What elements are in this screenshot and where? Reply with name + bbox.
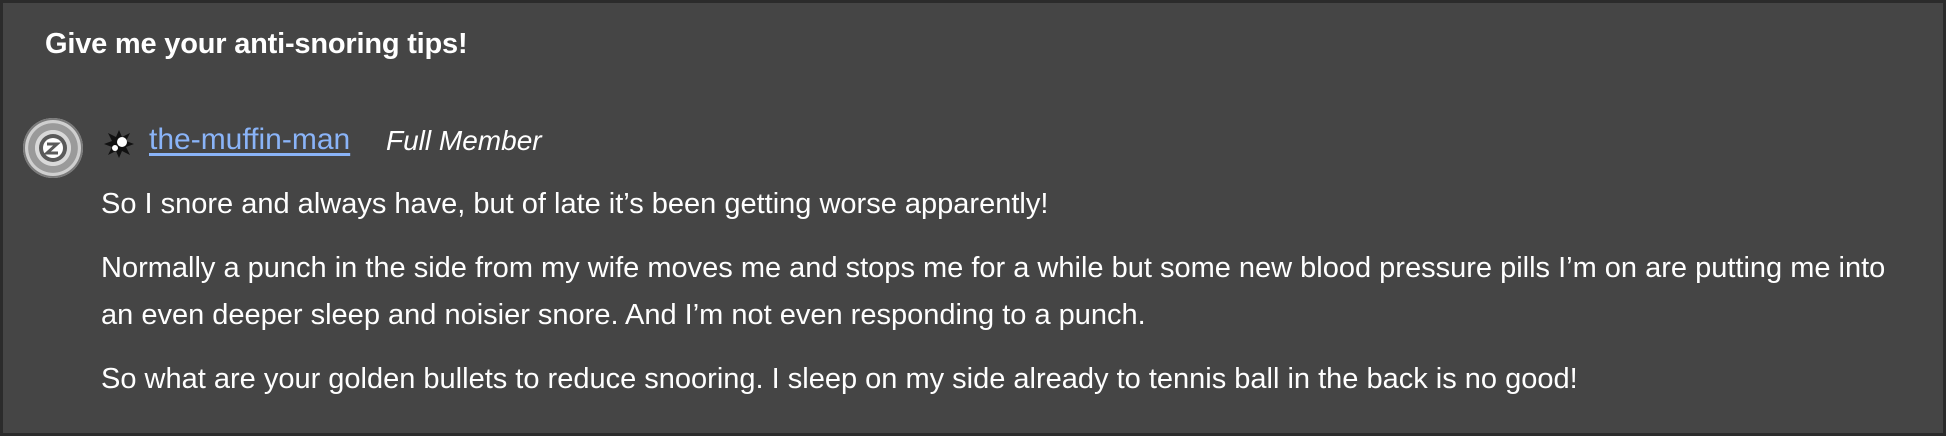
post-paragraph: So I snore and always have, but of late …: [101, 188, 1049, 220]
post-paragraph: So what are your golden bullets to reduc…: [101, 363, 1578, 395]
sleep-badge-icon: [39, 134, 67, 162]
user-avatar[interactable]: [23, 118, 83, 178]
post-paragraph: Normally a punch in the side from my wif…: [101, 252, 1886, 331]
topic-title: Give me your anti-snoring tips!: [45, 28, 468, 60]
splat-icon: [104, 130, 134, 158]
user-rank: Full Member: [386, 125, 542, 156]
username-link[interactable]: the-muffin-man: [149, 123, 350, 157]
post-body: So I snore and always have, but of late …: [101, 181, 1921, 420]
post-panel: Give me your anti-snoring tips! the-muff…: [3, 3, 1943, 433]
